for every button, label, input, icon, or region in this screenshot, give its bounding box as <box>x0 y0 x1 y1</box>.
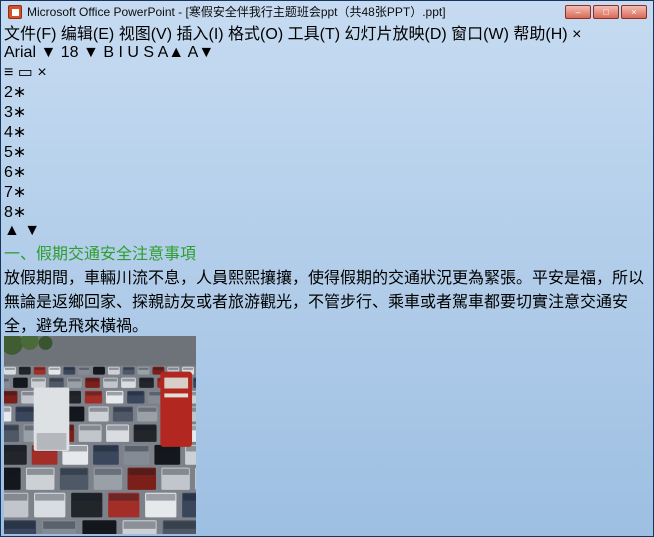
slide-viewport: 一、假期交通安全注意事項 放假期間，車輛川流不息，人員熙熙攘攘，使得假期的交通狀… <box>1 240 650 536</box>
thumbnail-number: 7 <box>4 184 13 201</box>
underline-button[interactable]: U <box>127 44 139 61</box>
menu-item-view[interactable]: 视图(V) <box>119 26 172 43</box>
window-title: Microsoft Office PowerPoint - [寒假安全伴我行主题… <box>27 5 446 19</box>
slide-body-text[interactable]: 放假期間，車輛川流不息，人員熙熙攘攘，使得假期的交通狀況更為緊張。平安是福，所以… <box>4 264 650 336</box>
menu-item-slideshow[interactable]: 幻灯片放映(D) <box>345 26 447 43</box>
scroll-down-icon[interactable]: ▼ <box>24 222 40 239</box>
slide-thumbnail-4[interactable]: 4∗ <box>4 122 650 142</box>
menu-bar: 文件(F) 编辑(E) 视图(V) 插入(I) 格式(O) 工具(T) 幻灯片放… <box>4 20 650 44</box>
tab-slides[interactable]: ▭ <box>18 64 33 81</box>
tab-outline[interactable]: ≡ <box>4 64 13 81</box>
panel-close-icon[interactable]: × <box>37 64 46 81</box>
decrease-font-icon: A▼ <box>187 44 215 61</box>
font-size-value: 18 <box>60 44 79 61</box>
title-bar[interactable]: Microsoft Office PowerPoint - [寒假安全伴我行主题… <box>4 3 650 20</box>
slide-thumbnail-7[interactable]: 7∗ <box>4 182 650 202</box>
slide-thumbnail-8[interactable]: 8∗ <box>4 202 650 222</box>
shadow-button[interactable]: S <box>143 44 154 61</box>
traffic-photo[interactable] <box>1 332 650 536</box>
chevron-down-icon[interactable]: ▼ <box>40 44 56 61</box>
animation-star-icon: ∗ <box>12 204 27 221</box>
font-name-combo[interactable]: Arial ▼ <box>4 44 61 61</box>
formatting-toolbar: Arial ▼ 18 ▼ B I U S A▲ A▼ <box>4 44 650 62</box>
minimize-button[interactable]: – <box>565 4 591 19</box>
thumbnail-number: 4 <box>4 124 13 141</box>
bold-button[interactable]: B <box>103 44 114 61</box>
powerpoint-app-icon <box>8 4 22 19</box>
thumbnail-number: 2 <box>4 84 13 101</box>
slide-title[interactable]: 一、假期交通安全注意事項 <box>4 240 650 264</box>
decrease-font-button[interactable]: A▼ <box>188 44 215 61</box>
increase-font-icon: A▲ <box>157 44 185 61</box>
italic-button[interactable]: I <box>118 44 122 61</box>
thumbnail-number: 5 <box>4 144 13 161</box>
work-area: ≡ ▭ × 2∗ 3∗ 4∗ 5∗ 6∗ 7∗ 8∗ ▲ ▼ 一、假期交通安全注… <box>1 62 650 536</box>
slides-panel: ≡ ▭ × 2∗ 3∗ 4∗ 5∗ 6∗ 7∗ 8∗ <box>4 62 650 222</box>
animation-star-icon: ∗ <box>12 184 27 201</box>
thumbnail-list: 2∗ 3∗ 4∗ 5∗ 6∗ 7∗ 8∗ <box>4 82 650 222</box>
font-name-value: Arial <box>4 44 37 61</box>
animation-star-icon: ∗ <box>12 144 27 161</box>
animation-star-icon: ∗ <box>12 124 27 141</box>
animation-star-icon: ∗ <box>12 164 27 181</box>
animation-star-icon: ∗ <box>12 84 27 101</box>
menu-item-help[interactable]: 帮助(H) <box>513 26 567 43</box>
font-size-combo[interactable]: 18 ▼ <box>61 44 104 61</box>
thumbnail-number: 8 <box>4 204 13 221</box>
maximize-button[interactable]: □ <box>593 4 619 19</box>
chevron-down-icon[interactable]: ▼ <box>83 44 99 61</box>
menu-item-window[interactable]: 窗口(W) <box>451 26 509 43</box>
thumbnail-number: 6 <box>4 164 13 181</box>
menu-item-tools[interactable]: 工具(T) <box>288 26 340 43</box>
thumbnail-number: 3 <box>4 104 13 121</box>
menu-close-icon[interactable]: × <box>572 26 581 43</box>
slide-thumbnail-5[interactable]: 5∗ <box>4 142 650 162</box>
menu-item-insert[interactable]: 插入(I) <box>176 26 223 43</box>
panel-scrollbar[interactable]: ▲ ▼ <box>4 222 650 240</box>
panel-tabs: ≡ ▭ × <box>4 62 650 82</box>
slide-thumbnail-2[interactable]: 2∗ <box>4 82 650 102</box>
menu-item-file[interactable]: 文件(F) <box>4 26 56 43</box>
increase-font-button[interactable]: A▲ <box>158 44 185 61</box>
menu-item-edit[interactable]: 编辑(E) <box>61 26 114 43</box>
menu-item-format[interactable]: 格式(O) <box>228 26 283 43</box>
powerpoint-window: Microsoft Office PowerPoint - [寒假安全伴我行主题… <box>0 0 654 537</box>
slide-thumbnail-6[interactable]: 6∗ <box>4 162 650 182</box>
slide-canvas[interactable]: 一、假期交通安全注意事項 放假期間，車輛川流不息，人員熙熙攘攘，使得假期的交通狀… <box>1 240 650 536</box>
scroll-up-icon[interactable]: ▲ <box>4 222 20 239</box>
close-button[interactable]: × <box>621 4 647 19</box>
animation-star-icon: ∗ <box>12 104 27 121</box>
slide-thumbnail-3[interactable]: 3∗ <box>4 102 650 122</box>
